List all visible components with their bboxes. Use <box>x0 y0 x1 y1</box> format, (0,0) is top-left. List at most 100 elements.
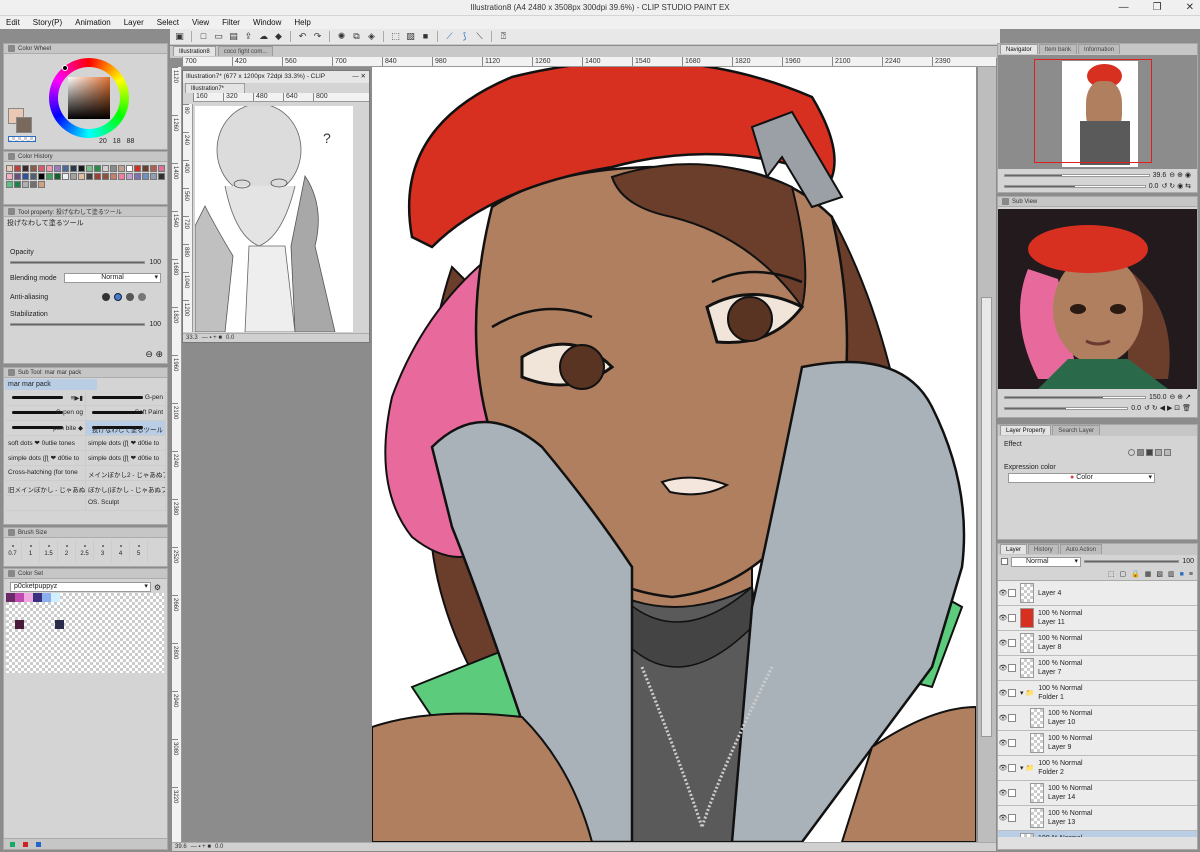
navigator-zoom-icons[interactable]: ⊖ ⊕ ◉ <box>1169 171 1191 179</box>
color-set-swatch[interactable] <box>6 593 15 602</box>
canvas-zoom-controls-icon[interactable]: — ▪ + ■ <box>191 844 211 850</box>
layer-color-effect-icon[interactable] <box>1155 449 1162 456</box>
sub-view-nav-icons[interactable]: ↺ ↻ ◀ ▶ ⊡ 🗑 <box>1144 404 1191 412</box>
folder-icon[interactable]: ▾ 📁 <box>1020 764 1034 772</box>
stabilization-value[interactable]: 100 <box>149 321 161 328</box>
sub-view-zoom-value[interactable]: 150.0 <box>1149 394 1167 401</box>
layer-visibility-eye-icon[interactable]: 👁 <box>998 639 1008 647</box>
tone-effect-icon[interactable] <box>1146 449 1153 456</box>
hue-marker[interactable] <box>62 65 68 71</box>
layer-opacity-slider[interactable] <box>1084 560 1180 563</box>
extract-line-icon[interactable] <box>1164 449 1171 456</box>
minimize-icon[interactable]: — <box>1119 2 1129 13</box>
cloud-icon[interactable]: ☁ <box>258 31 269 42</box>
sub-view-zoom-slider[interactable] <box>1004 395 1146 399</box>
sub-view-image[interactable] <box>998 209 1197 389</box>
new-file-icon[interactable]: □ <box>198 31 209 42</box>
antialias-medium-icon[interactable] <box>126 293 134 301</box>
history-color-swatch[interactable] <box>38 165 45 172</box>
antialias-weak-icon[interactable] <box>114 293 122 301</box>
blending-mode-dropdown[interactable]: Normal <box>64 273 161 283</box>
layer-visibility-eye-icon[interactable]: 👁 <box>998 614 1008 622</box>
history-color-swatch[interactable] <box>46 173 53 180</box>
mask-icon[interactable]: ▧ <box>1156 570 1163 578</box>
layer-row[interactable]: 👁 100 % Normal Layer 10 <box>998 706 1197 731</box>
antialias-none-icon[interactable] <box>102 293 110 301</box>
menu-select[interactable]: Select <box>157 18 179 27</box>
tab-layer[interactable]: Layer <box>1000 544 1028 554</box>
folder-icon[interactable]: ▾ 📁 <box>1020 689 1034 697</box>
deselect-icon[interactable]: ⬚ <box>390 31 401 42</box>
history-color-swatch[interactable] <box>142 173 149 180</box>
layer-lock-checkbox[interactable] <box>1008 789 1016 797</box>
color-set-swatch[interactable] <box>15 620 24 629</box>
clip-studio-icon[interactable]: ▣ <box>174 31 185 42</box>
history-color-swatch[interactable] <box>6 181 13 188</box>
layer-row[interactable]: 👁 ▾ 📁 100 % Normal Folder 1 <box>998 681 1197 706</box>
canvas-zoom-value[interactable]: 39.6 <box>175 844 187 850</box>
layer-row[interactable]: 👁 100 % Normal Layer 8 <box>998 631 1197 656</box>
layer-visibility-eye-icon[interactable]: 👁 <box>998 664 1008 672</box>
navigator-zoom-slider[interactable] <box>1004 173 1150 177</box>
history-color-swatch[interactable] <box>62 165 69 172</box>
history-color-swatch[interactable] <box>70 165 77 172</box>
tab-layer-property[interactable]: Layer Property <box>1000 425 1052 435</box>
history-color-swatch[interactable] <box>134 173 141 180</box>
layer-opacity-value[interactable]: 100 <box>1182 558 1194 565</box>
brush-size-option[interactable]: 1.5 <box>40 540 58 562</box>
tool-settings-icons[interactable]: ⊖ ⊕ <box>145 349 163 360</box>
sub-tool-brush[interactable]: ≡▶▮ <box>6 391 86 406</box>
sub-zoom-value[interactable]: 33.3 <box>186 335 198 341</box>
sub-view-zoom-icons[interactable]: ⊖ ⊕ ↗ <box>1170 393 1192 401</box>
sub-tool-group-tab[interactable]: mar mar pack <box>5 379 97 390</box>
history-color-swatch[interactable] <box>14 181 21 188</box>
menu-filter[interactable]: Filter <box>222 18 240 27</box>
save-icon[interactable]: ▤ <box>228 31 239 42</box>
hue-ring[interactable] <box>49 58 129 138</box>
fill-selection-icon[interactable]: ■ <box>420 31 431 42</box>
layer-row[interactable]: 👁 100 % Normal Layer 7 <box>998 656 1197 681</box>
opacity-value[interactable]: 100 <box>149 259 161 266</box>
history-color-swatch[interactable] <box>86 165 93 172</box>
brush-size-option[interactable]: 3 <box>94 540 112 562</box>
canvas-vertical-scrollbar[interactable] <box>978 67 996 842</box>
close-icon[interactable]: ✕ <box>1186 2 1194 13</box>
layer-menu-icon[interactable]: ≡ <box>1189 571 1193 578</box>
history-color-swatch[interactable] <box>14 173 21 180</box>
history-color-swatch[interactable] <box>62 173 69 180</box>
remove-color-icon[interactable] <box>23 841 28 847</box>
lock-alpha-icon[interactable]: ▦ <box>1145 570 1152 578</box>
sub-tool-brush[interactable]: 投げなわして塗るツール <box>86 421 166 436</box>
redo-icon[interactable]: ↷ <box>312 31 323 42</box>
navigator-viewport-frame[interactable] <box>1034 59 1152 163</box>
history-color-swatch[interactable] <box>150 173 157 180</box>
sub-view-angle-value[interactable]: 0.0 <box>1131 405 1141 412</box>
history-color-swatch[interactable] <box>30 165 37 172</box>
layer-visibility-eye-icon[interactable]: 👁 <box>998 714 1008 722</box>
layer-color-icon[interactable] <box>1001 558 1008 565</box>
navigator-zoom-value[interactable]: 39.6 <box>1153 172 1167 179</box>
history-color-swatch[interactable] <box>110 165 117 172</box>
history-color-swatch[interactable] <box>30 181 37 188</box>
menu-edit[interactable]: Edit <box>6 18 20 27</box>
history-color-swatch[interactable] <box>78 165 85 172</box>
ruler-icon[interactable]: ▥ <box>1168 570 1175 578</box>
history-color-swatch[interactable] <box>102 173 109 180</box>
sub-tool-brush[interactable]: G-pen og <box>6 406 86 421</box>
layer-row[interactable]: 👁 ▾ 📁 100 % Normal Folder 2 <box>998 756 1197 781</box>
layer-lock-checkbox[interactable] <box>1008 689 1016 697</box>
navigator-rotate-icons[interactable]: ↺ ↻ ◉ ⇆ <box>1161 182 1191 190</box>
history-color-swatch[interactable] <box>118 165 125 172</box>
history-color-swatch[interactable] <box>22 165 29 172</box>
history-color-swatch[interactable] <box>78 173 85 180</box>
color-set-settings-icon[interactable]: ⚙ <box>154 583 161 592</box>
sub-tool-brush[interactable]: 旧メインぼかし - じゃあぬブラシ <box>6 481 86 496</box>
expression-color-dropdown[interactable]: ● Color <box>1008 473 1155 483</box>
sub-tool-brush[interactable]: simple dots (ʃƪ ❤ d0tie to <box>86 451 166 466</box>
loading-icon[interactable]: ✺ <box>336 31 347 42</box>
history-color-swatch[interactable] <box>126 165 133 172</box>
layer-row[interactable]: 👁 100 % Normal Layer 13 <box>998 806 1197 831</box>
history-color-swatch[interactable] <box>102 165 109 172</box>
lock-layer-icon[interactable]: 🔒 <box>1131 570 1140 578</box>
layer-visibility-eye-icon[interactable]: 👁 <box>998 689 1008 697</box>
